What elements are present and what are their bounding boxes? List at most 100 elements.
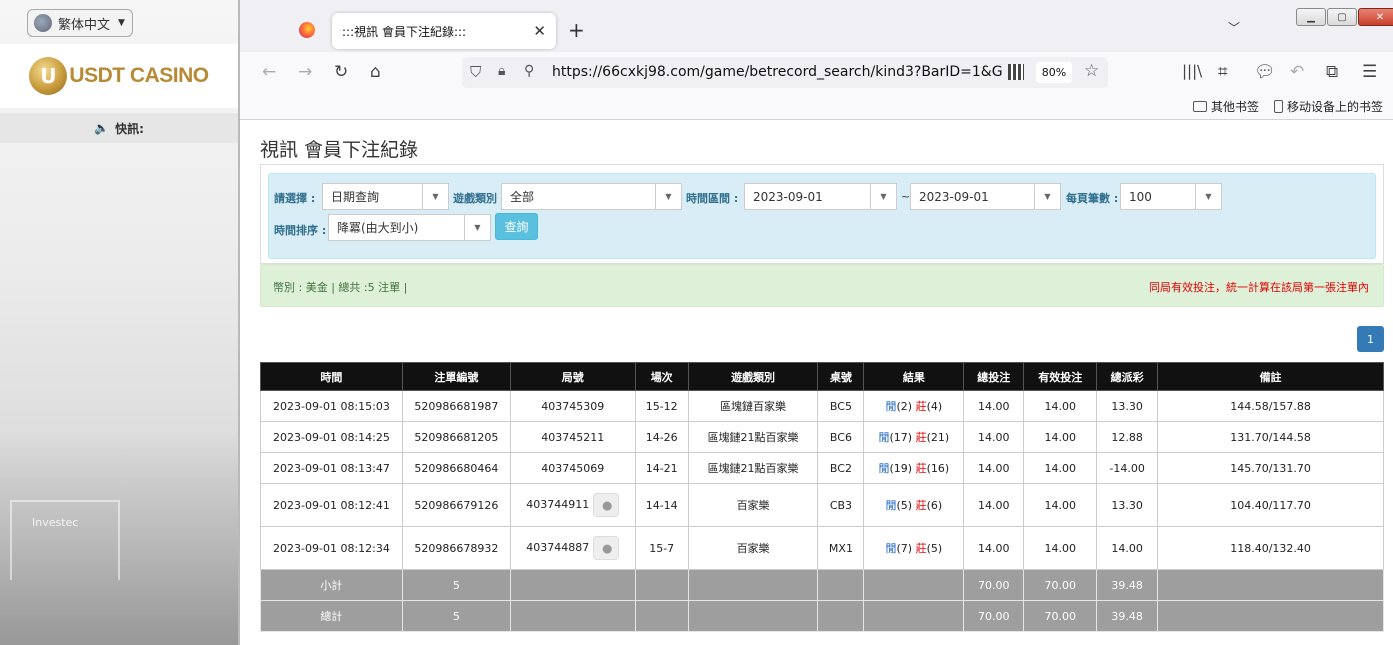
- summary-notice: 同局有效投注，統一計算在該局第一張注單內: [1149, 281, 1369, 294]
- cell-bet-id: 520986680464: [401, 452, 511, 484]
- firefox-icon[interactable]: [299, 22, 315, 38]
- close-tab-icon[interactable]: ✕: [533, 22, 546, 40]
- date-to-select[interactable]: 2023-09-01 ▼: [910, 183, 1061, 210]
- bookmarks-bar: 其他书签 移动设备上的书签: [240, 92, 1393, 120]
- col-time: 時間: [260, 362, 403, 391]
- cell-table: CB3: [817, 483, 865, 527]
- empty-cell: [1157, 600, 1384, 632]
- qr-code-icon[interactable]: [1008, 64, 1024, 80]
- banker-points: (16): [926, 462, 950, 475]
- maximize-button[interactable]: ▢: [1327, 8, 1357, 26]
- cell-time: 2023-09-01 08:13:47: [260, 452, 403, 484]
- cell-bet-id: 520986679126: [401, 483, 511, 527]
- per-page-select[interactable]: 100 ▼: [1120, 183, 1222, 210]
- window-controls: ▁ ▢ ✕: [1296, 8, 1393, 26]
- banker-label: 莊: [915, 462, 927, 475]
- menu-icon[interactable]: ☰: [1362, 62, 1377, 82]
- lock-icon[interactable]: 🔒︎: [498, 63, 505, 79]
- chevron-down-icon: ▼: [118, 18, 125, 28]
- cell-bet-id: 520986678932: [401, 526, 511, 570]
- cell-result: 閒(19) 莊(16): [863, 452, 965, 484]
- cell-time: 2023-09-01 08:14:25: [260, 421, 403, 453]
- player-label: 閒: [878, 431, 890, 444]
- grandtotal-valid: 70.00: [1023, 600, 1098, 632]
- reload-icon[interactable]: ↻: [334, 62, 348, 82]
- search-panel: 請選擇 : 日期查詢 ▼ 遊戲類別 全部 ▼ 時間區間 : 2023-09-01…: [268, 173, 1376, 259]
- player-label: 閒: [885, 542, 897, 555]
- sort-value: 降冪(由大到小): [337, 221, 419, 235]
- cell-session: 14-14: [634, 483, 689, 527]
- empty-cell: [863, 569, 965, 601]
- cell-payout: -14.00: [1096, 452, 1159, 484]
- grandtotal-label: 總計: [260, 600, 403, 632]
- banker-label: 莊: [915, 431, 927, 444]
- bookmark-star-icon[interactable]: ☆: [1084, 61, 1099, 81]
- forward-arrow-icon[interactable]: →: [298, 62, 312, 82]
- home-icon[interactable]: ⌂: [370, 62, 381, 82]
- banker-label: 莊: [915, 499, 927, 512]
- tab-active[interactable]: :::視訊 會員下注紀錄::: ✕: [332, 13, 556, 49]
- cell-note: 144.58/157.88: [1157, 390, 1384, 422]
- date-from-select[interactable]: 2023-09-01 ▼: [744, 183, 897, 210]
- extensions-icon[interactable]: ⧉: [1326, 62, 1338, 82]
- cell-table: BC6: [817, 421, 865, 453]
- minimize-button[interactable]: ▁: [1296, 8, 1326, 26]
- url-text[interactable]: https://66cxkj98.com/game/betrecord_sear…: [552, 64, 1002, 80]
- casino-sidebar: Investec 繁体中文 ▼ U USDT CASINO 🔈 快訊:: [0, 0, 238, 645]
- cell-table: BC5: [817, 390, 865, 422]
- sort-select[interactable]: 降冪(由大到小) ▼: [328, 214, 491, 241]
- logo-bar: U USDT CASINO: [0, 44, 238, 108]
- game-type-select[interactable]: 全部 ▼: [501, 183, 682, 210]
- shield-icon[interactable]: ⛉: [470, 63, 481, 81]
- bookmark-mobile[interactable]: 移动设备上的书签: [1274, 98, 1383, 115]
- video-replay-icon[interactable]: [593, 536, 620, 560]
- empty-cell: [687, 600, 819, 632]
- pagination-page-1[interactable]: 1: [1357, 326, 1384, 352]
- close-window-button[interactable]: ✕: [1358, 8, 1393, 26]
- empty-cell: [1157, 569, 1384, 601]
- sponsor-text: Investec: [32, 516, 79, 529]
- game-type-value: 全部: [510, 190, 535, 204]
- time-range-label: 時間區間 :: [686, 192, 739, 205]
- cell-total-bet: 14.00: [963, 421, 1025, 453]
- language-label: 繁体中文: [58, 17, 111, 33]
- table-row: 2023-09-01 08:12:41 520986679126 403744911…: [260, 483, 1384, 527]
- banker-points: (4): [926, 400, 943, 413]
- new-tab-icon[interactable]: +: [568, 18, 585, 42]
- zoom-level-button[interactable]: 80%: [1036, 62, 1072, 83]
- table-body: 2023-09-01 08:15:03 520986681987 403745309…: [260, 390, 1384, 632]
- cell-session: 14-21: [634, 452, 689, 484]
- url-bar[interactable]: ⛉ 🔒︎ ⚲ https://66cxkj98.com/game/betreco…: [462, 57, 1108, 88]
- cell-note: 104.40/117.70: [1157, 483, 1384, 527]
- permissions-icon[interactable]: ⚲: [524, 63, 534, 79]
- language-selector[interactable]: 繁体中文 ▼: [27, 9, 133, 37]
- query-button[interactable]: 查詢: [495, 213, 538, 240]
- back-arrow-icon[interactable]: ←: [262, 62, 276, 82]
- chevron-down-icon: ▼: [1034, 184, 1060, 209]
- summary-bar: 幣別 : 美金 | 總共 :5 注單 | 同局有效投注，統一計算在該局第一張注單…: [260, 264, 1384, 307]
- cell-game-type: 區塊鏈21點百家樂: [687, 421, 819, 453]
- bet-record-table: 時間 注單編號 局號 場次 遊戲類別 桌號 結果 總投注 有效投注 總派彩 備註…: [260, 362, 1384, 632]
- banker-points: (5): [926, 542, 943, 555]
- crop-screenshot-icon[interactable]: ⌗: [1218, 62, 1228, 82]
- cell-result: 閒(5) 莊(6): [863, 483, 965, 527]
- undo-icon[interactable]: ↶: [1290, 62, 1304, 82]
- list-tabs-chevron-icon[interactable]: ﹀: [1228, 19, 1240, 36]
- cell-time: 2023-09-01 08:12:34: [260, 526, 403, 570]
- cell-payout: 14.00: [1096, 526, 1159, 570]
- query-type-select[interactable]: 日期查詢 ▼: [322, 183, 449, 210]
- player-label: 閒: [885, 400, 897, 413]
- casino-logo[interactable]: U USDT CASINO: [29, 57, 209, 95]
- cell-bet-id: 520986681205: [401, 421, 511, 453]
- chat-bubble-icon[interactable]: 💬︎: [1254, 62, 1276, 82]
- bookmark-other[interactable]: 其他书签: [1193, 98, 1259, 115]
- cell-result: 閒(7) 莊(5): [863, 526, 965, 570]
- cell-total-bet: 14.00: [963, 452, 1025, 484]
- logo-text: USDT CASINO: [69, 64, 209, 87]
- grandtotal-payout: 39.48: [1096, 600, 1159, 632]
- chevron-down-icon: ▼: [1195, 184, 1221, 209]
- video-replay-icon[interactable]: [593, 493, 620, 517]
- cell-bet-id: 520986681987: [401, 390, 511, 422]
- library-icon[interactable]: |||\: [1182, 62, 1202, 80]
- col-bet-id: 注單編號: [401, 362, 511, 391]
